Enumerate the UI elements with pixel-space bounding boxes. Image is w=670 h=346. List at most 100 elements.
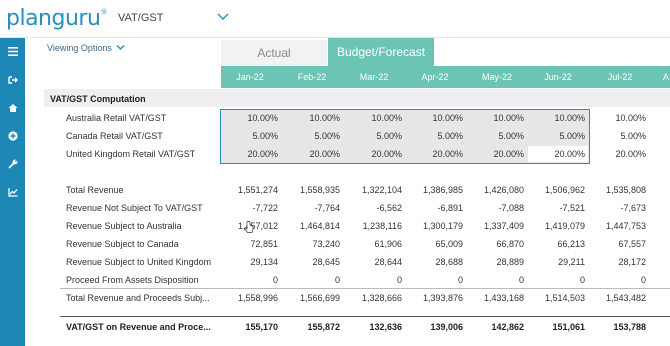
row-label: Total Revenue and Proceeds Subj... [66,293,210,303]
value-cell[interactable]: 1,506,962 [527,185,585,195]
total-value-cell[interactable]: 142,862 [466,322,524,332]
value-cell[interactable]: 1,558,996 [220,293,278,303]
total-value-cell[interactable]: 132,636 [344,322,402,332]
row-label: Revenue Subject to Australia [66,221,182,231]
value-cell[interactable]: 28,644 [344,257,402,267]
value-cell[interactable]: 66,213 [527,239,585,249]
vat-rate-cell[interactable]: 10.00% [405,113,463,123]
vat-rate-cell[interactable]: 10.00% [282,113,340,123]
company-selector-label[interactable]: VAT/GST [118,12,163,24]
value-cell[interactable]: 1,328,666 [344,293,402,303]
vat-rate-cell[interactable]: 20.00% [588,149,646,159]
row-label: United Kingdom Retail VAT/GST [66,149,196,159]
vat-rate-cell[interactable]: 5.00% [344,131,402,141]
value-cell[interactable]: 1,426,080 [466,185,524,195]
value-cell[interactable]: 1,322,104 [344,185,402,195]
tab-budget-forecast[interactable]: Budget/Forecast [328,38,434,66]
vat-rate-cell[interactable]: 5.00% [466,131,524,141]
total-value-cell[interactable]: 155,170 [220,322,278,332]
value-cell[interactable]: 28,688 [405,257,463,267]
home-icon[interactable] [7,102,18,113]
value-cell[interactable]: 0 [588,275,646,285]
value-cell[interactable]: 28,172 [588,257,646,267]
value-cell[interactable]: -7,673 [588,203,646,213]
value-cell[interactable]: -6,562 [344,203,402,213]
sign-out-icon[interactable] [7,74,18,85]
menu-icon[interactable] [7,46,18,57]
vat-rate-cell[interactable]: 10.00% [344,113,402,123]
vat-rate-cell[interactable]: 5.00% [527,131,585,141]
chevron-down-icon[interactable] [217,12,229,22]
value-cell[interactable]: 1,566,699 [282,293,340,303]
value-cell[interactable]: 0 [466,275,524,285]
value-cell[interactable]: 29,134 [220,257,278,267]
value-cell[interactable]: -7,764 [282,203,340,213]
value-cell[interactable]: 28,889 [466,257,524,267]
value-cell[interactable]: 1,514,503 [527,293,585,303]
month-header: Feb-22 [297,72,327,82]
vat-rate-cell[interactable]: 5.00% [282,131,340,141]
value-cell[interactable]: 66,870 [466,239,524,249]
value-cell[interactable]: 0 [527,275,585,285]
value-cell[interactable]: 1,300,179 [405,221,463,231]
vat-rate-cell[interactable]: 10.00% [466,113,524,123]
viewing-options-button[interactable]: Viewing Options [47,43,112,53]
value-cell[interactable]: 1,464,814 [282,221,340,231]
vat-rate-cell[interactable]: 10.00% [527,113,585,123]
value-cell[interactable]: 1,551,274 [220,185,278,195]
total-value-cell[interactable]: 151,061 [527,322,585,332]
value-cell[interactable]: 61,906 [344,239,402,249]
value-cell[interactable]: 28,645 [282,257,340,267]
value-cell[interactable]: 0 [282,275,340,285]
value-cell[interactable]: 1,558,935 [282,185,340,195]
vat-rate-cell[interactable]: 5.00% [588,131,646,141]
vat-rate-cell[interactable]: 20.00% [344,149,402,159]
total-value-cell[interactable]: 153,788 [588,322,646,332]
row-label: Revenue Subject to Canada [66,239,179,249]
value-cell[interactable]: 73,240 [282,239,340,249]
vat-rate-cell[interactable]: 5.00% [220,131,278,141]
value-cell[interactable]: -7,722 [220,203,278,213]
value-cell[interactable]: -7,088 [466,203,524,213]
vat-rate-cell[interactable]: 20.00% [282,149,340,159]
chart-icon[interactable] [7,186,18,197]
vat-rate-cell[interactable]: 20.00% [405,149,463,159]
value-cell[interactable]: 1,337,409 [466,221,524,231]
vat-rate-cell[interactable]: 20.00% [466,149,524,159]
section-title: VAT/GST Computation [50,94,146,104]
value-cell[interactable]: 1,386,985 [405,185,463,195]
month-header: Jun-22 [544,72,572,82]
value-cell[interactable]: 0 [220,275,278,285]
wrench-icon[interactable] [7,158,18,169]
value-cell[interactable]: 1,543,482 [588,293,646,303]
value-cell[interactable]: 67,557 [588,239,646,249]
month-header: A [662,72,669,82]
value-cell[interactable]: -7,521 [527,203,585,213]
value-cell[interactable]: -6,891 [405,203,463,213]
tab-actual[interactable]: Actual [221,40,327,66]
planguru-logo[interactable]: planguru® [6,6,107,31]
row-label: Revenue Subject to United Kingdom [66,257,212,267]
value-cell[interactable]: 1,535,808 [588,185,646,195]
vat-rate-cell[interactable]: 10.00% [588,113,646,123]
month-header: Jan-22 [236,72,264,82]
total-value-cell[interactable]: 139,006 [405,322,463,332]
row-label: Total Revenue [66,185,124,195]
vat-rate-cell[interactable]: 20.00% [527,149,585,159]
total-value-cell[interactable]: 155,872 [282,322,340,332]
value-cell[interactable]: 1,433,168 [466,293,524,303]
value-cell[interactable]: 72,851 [220,239,278,249]
vat-rate-cell[interactable]: 10.00% [220,113,278,123]
value-cell[interactable]: 0 [344,275,402,285]
value-cell[interactable]: 1,447,753 [588,221,646,231]
value-cell[interactable]: 1,238,116 [344,221,402,231]
value-cell[interactable]: 0 [405,275,463,285]
value-cell[interactable]: 65,009 [405,239,463,249]
vat-rate-cell[interactable]: 5.00% [405,131,463,141]
value-cell[interactable]: 1,419,079 [527,221,585,231]
value-cell[interactable]: 29,211 [527,257,585,267]
chevron-down-icon[interactable] [116,44,125,51]
add-icon[interactable] [7,130,18,141]
value-cell[interactable]: 1,393,876 [405,293,463,303]
vat-rate-cell[interactable]: 20.00% [220,149,278,159]
